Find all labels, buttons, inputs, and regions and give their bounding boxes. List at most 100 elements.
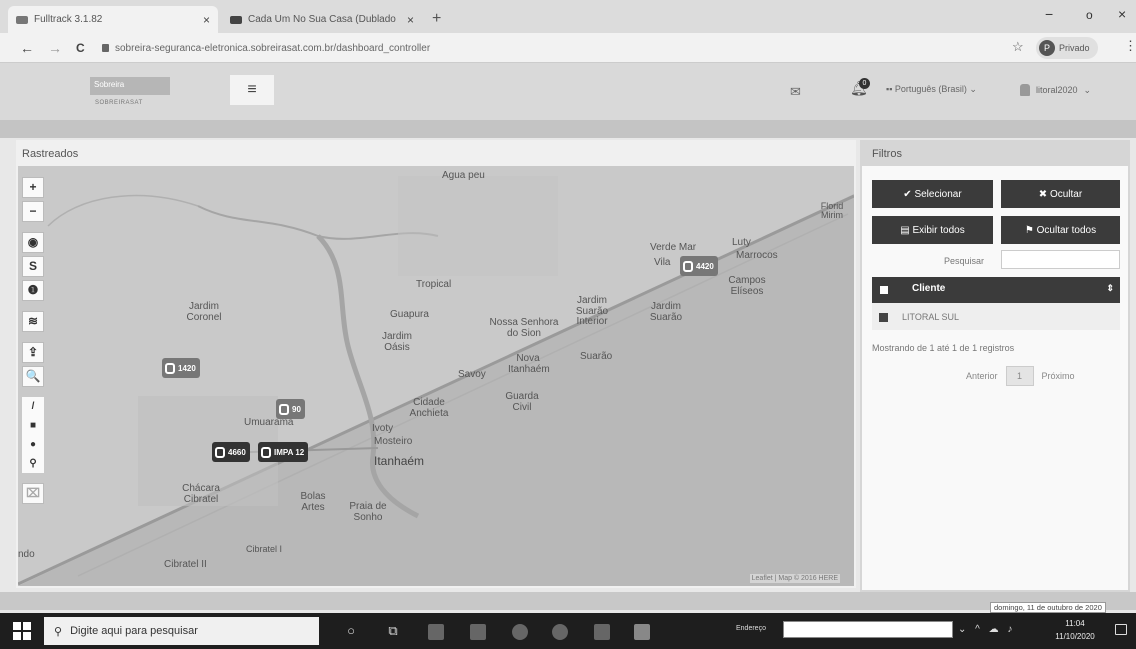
app-icon-office[interactable] [594,624,610,640]
hide-all-button[interactable]: ⚑ Ocultar todos [1001,216,1120,244]
tab-title: Cada Um No Sua Casa (Dublado [248,14,396,25]
user-menu[interactable]: litoral2020 ⌄ [1020,84,1091,96]
url-field[interactable]: sobreira-seguranca-eletronica.sobreirasa… [102,38,992,58]
map-label: Savoy [458,369,486,380]
bus-icon [165,362,175,374]
app-icon-explorer[interactable] [470,624,486,640]
vehicle-label: 4420 [696,261,714,271]
locate-icon[interactable]: ◉ [22,232,44,253]
bookmark-star-icon[interactable]: ☆ [1012,39,1024,55]
profile-button[interactable]: P Privado [1036,37,1098,59]
select-button[interactable]: ✔ Selecionar [872,180,993,208]
filter-panel-title: Filtros [872,148,902,160]
table-info: Mostrando de 1 até 1 de 1 registros [872,343,1015,353]
table-header: Cliente ⇕ [872,277,1120,303]
tab-video[interactable]: Cada Um No Sua Casa (Dublado × [222,6,422,33]
chevron-down-icon: ⌄ [1083,84,1092,95]
map-label: Agua peu [442,170,485,181]
info-icon[interactable]: ❶ [22,280,44,301]
pagination: Anterior 1 Próximo [966,366,1075,386]
vehicle-marker[interactable]: 4420 [680,256,718,276]
flag-icon: ▪▪ [886,84,895,94]
address-toolbar-label: Endereço [736,625,766,632]
table-row[interactable]: LITORAL SUL [872,303,1120,330]
map-label: Tropical [416,279,452,290]
upload-icon[interactable]: ⇪ [22,342,44,363]
hamburger-menu-button[interactable]: ≡ [230,75,274,105]
windows-start-icon[interactable] [8,618,36,644]
map-label: Cibratel I [246,544,283,554]
client-cell: LITORAL SUL [902,312,960,322]
show-all-button[interactable]: ▤ Exibir todos [872,216,993,244]
prev-page-button[interactable]: Anterior [966,371,998,381]
draw-line-icon[interactable]: / [22,397,44,416]
draw-square-icon[interactable]: ■ [22,416,44,435]
app-logo[interactable]: Sobreira SOBREIRASAT [90,77,170,113]
vehicle-marker[interactable]: 90 [276,399,305,419]
reload-button[interactable]: C [76,41,85,55]
map-label: Cibratel II [164,559,207,570]
map[interactable]: Agua peu Florid Mirim Verde Mar Luty Vil… [18,166,854,586]
sort-icon[interactable]: ⇕ [1106,283,1114,294]
app-icon-settings[interactable] [512,624,528,640]
app-icon-photos[interactable] [428,624,444,640]
s-tool-icon[interactable]: S [22,256,44,277]
draw-circle-icon[interactable]: ● [22,435,44,454]
vehicle-label: 90 [292,404,301,414]
vehicle-marker[interactable]: 1420 [162,358,200,378]
zoom-out-button[interactable]: − [22,201,44,222]
search-icon[interactable]: 🔍 [22,366,44,387]
map-label: Nossa Senhora do Sion [489,317,559,339]
minimize-button[interactable]: − [1045,6,1053,22]
column-header-cliente[interactable]: Cliente [912,283,945,294]
delete-icon[interactable]: ⌧ [22,483,44,504]
select-all-checkbox[interactable] [880,286,888,294]
notification-center-icon[interactable] [1115,624,1127,635]
search-input[interactable] [1001,250,1120,269]
page-1-button[interactable]: 1 [1005,366,1034,386]
restore-button[interactable]: o [1086,8,1093,22]
layers-icon[interactable]: ≋ [22,311,44,332]
draw-marker-icon[interactable]: ⚲ [22,454,44,473]
search-label: Pesquisar [944,256,985,266]
vehicle-marker[interactable]: 4660 [212,442,250,462]
vehicle-marker[interactable]: IMPA 12 [258,442,309,462]
map-toolbar: + − ◉ S ❶ ≋ ⇪ 🔍 / ■ ● ⚲ ⌧ [22,177,48,507]
row-checkbox[interactable] [879,313,888,322]
address-toolbar-input[interactable] [783,621,953,638]
bus-icon [279,403,289,415]
app-icon-chrome[interactable] [552,624,568,640]
cortana-icon[interactable]: ○ [340,620,362,642]
fulltrack-favicon-icon [16,15,28,24]
system-tray-icons[interactable]: ⌄ ^ ☁ ♪ [958,624,1015,635]
map-label: Praia de Sonho [349,501,387,523]
clock-date: 11/10/2020 [1055,632,1095,641]
app-icon-media[interactable] [634,624,650,640]
map-label: Suarão [580,351,613,362]
tab-close-icon[interactable]: × [407,13,414,27]
bus-icon [683,260,693,272]
task-view-icon[interactable]: ⧉ [382,620,404,642]
tab-close-icon[interactable]: × [203,13,210,27]
close-window-button[interactable]: × [1118,6,1126,22]
road [47,194,199,227]
back-button[interactable]: ← [20,40,34,56]
map-label: Jardim Coronel [186,301,222,323]
browser-menu-icon[interactable]: ⋮ [1124,38,1136,54]
hide-button[interactable]: ✖ Ocultar [1001,180,1120,208]
new-tab-button[interactable]: + [432,10,441,28]
header-divider [0,120,1136,138]
map-label: Bolas Artes [300,491,326,513]
mail-icon[interactable]: ✉ [790,84,801,100]
tab-fulltrack[interactable]: Fulltrack 3.1.82 × [8,6,218,33]
map-label: Jardim Suarão Interior [575,295,609,327]
map-attribution[interactable]: Leaflet | Map © 2016 HERE [749,574,840,583]
map-label: Mosteiro [374,436,413,447]
language-selector[interactable]: ▪▪ Português (Brasil) ⌄ [886,84,977,95]
taskbar-clock[interactable]: 11:04 11/10/2020 [1040,617,1110,643]
taskbar-search[interactable]: ⚲ Digite aqui para pesquisar [44,617,319,645]
forward-button[interactable]: → [48,40,62,56]
next-page-button[interactable]: Próximo [1042,371,1075,381]
map-label: Nova Itanhaém [508,353,550,375]
zoom-in-button[interactable]: + [22,177,44,198]
